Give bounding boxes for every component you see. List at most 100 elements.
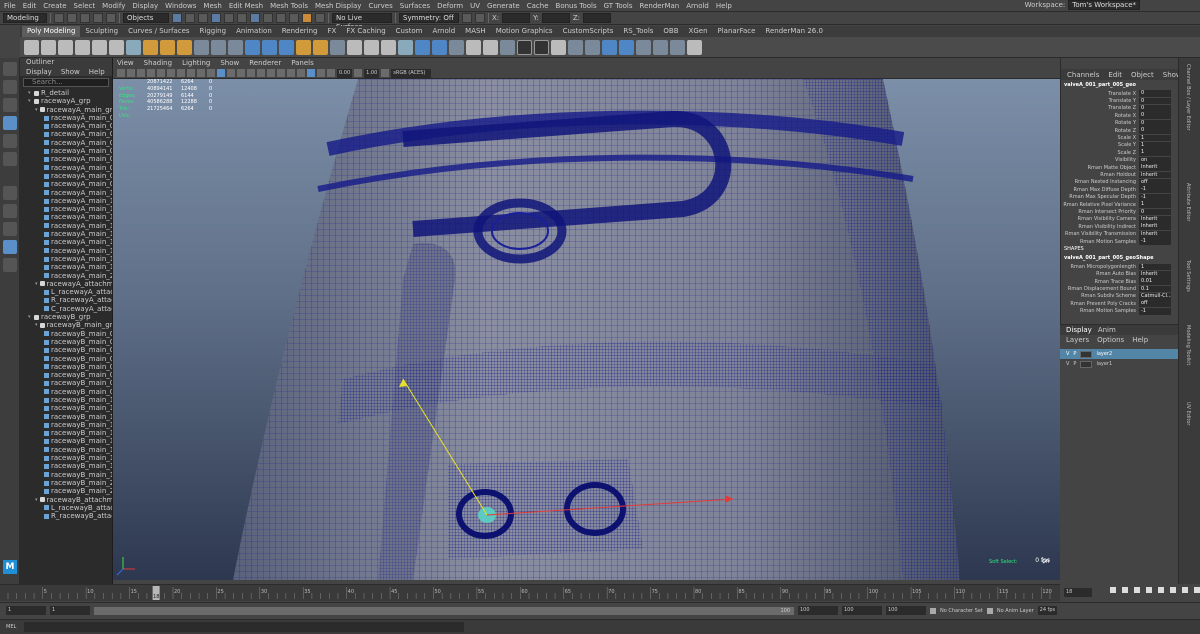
freeze-transform-icon[interactable] <box>364 39 379 55</box>
channel-attribute-value[interactable]: 1 <box>1139 142 1171 149</box>
outliner-item[interactable]: racewayA_main_07 <box>20 164 112 172</box>
channel-attribute[interactable]: Scale Y1 <box>1061 142 1178 149</box>
channel-attribute-value[interactable]: 0 <box>1139 127 1171 135</box>
time-slider[interactable]: 5 10 15 20 25 30 35 40 45 50 55 60 65 70 75 80 85 90 95 100… <box>0 584 1060 601</box>
ipr-icon[interactable] <box>289 13 299 23</box>
x-input[interactable] <box>502 13 531 23</box>
channel-attribute-value[interactable]: 1 <box>1139 134 1171 142</box>
two-view-icon[interactable] <box>3 222 17 236</box>
channel-attribute[interactable]: Scale X1 <box>1061 134 1178 142</box>
layer-row[interactable]: V Player2 <box>1060 349 1178 359</box>
outliner-item[interactable]: ▾ racewayB_attachment_ <box>20 496 112 504</box>
channel-attribute[interactable]: Rman Holdout Inherit <box>1061 171 1178 179</box>
mirror-icon[interactable] <box>296 39 311 55</box>
channel-attribute-value[interactable]: 0 <box>1139 90 1171 98</box>
outliner-item[interactable]: racewayA_main_09 <box>20 180 112 188</box>
duplicate-icon[interactable] <box>585 39 600 55</box>
select-hierarchy-icon[interactable] <box>172 13 182 23</box>
channel-attribute[interactable]: Rotate Z0 <box>1061 127 1178 135</box>
go-to-start-icon[interactable] <box>1110 587 1116 593</box>
shelf-tab-arnold[interactable]: Arnold <box>428 26 461 37</box>
menu-deform[interactable]: Deform <box>437 2 463 10</box>
y-input[interactable] <box>541 13 570 23</box>
channel-attribute-value[interactable]: 1 <box>1139 201 1171 208</box>
outliner-item[interactable]: racewayA_main_02 <box>20 122 112 130</box>
shelf-tab-mash[interactable]: MASH <box>460 26 491 37</box>
channel-attribute-value[interactable]: on <box>1139 156 1171 164</box>
shelf-tab-poly-modeling[interactable]: Poly Modeling <box>22 26 81 37</box>
outliner-item[interactable]: ▾ racewayB_grp <box>20 313 112 321</box>
outliner-layout-icon[interactable] <box>3 240 17 254</box>
toggle-view-icon[interactable] <box>475 13 485 23</box>
outliner-item[interactable]: racewayB_main_05 <box>20 363 112 371</box>
channel-attribute-value[interactable]: -1 <box>1139 307 1171 315</box>
outliner-item[interactable]: racewayA_main_16 <box>20 238 112 246</box>
outliner-item[interactable]: racewayB_main_21 <box>20 487 112 495</box>
shelf-tab-curves-surfaces[interactable]: Curves / Surfaces <box>123 26 194 37</box>
outliner-item[interactable]: racewayA_main_13 <box>20 213 112 221</box>
menuset-dropdown[interactable]: Modeling <box>3 13 47 23</box>
outliner-item[interactable]: racewayB_main_13 <box>20 413 112 421</box>
live-surface-field[interactable]: No Live Surface <box>332 13 392 31</box>
outliner-item[interactable]: racewayA_main_18 <box>20 255 112 263</box>
xray-active-icon[interactable] <box>317 69 325 77</box>
lights-icon[interactable] <box>247 69 255 77</box>
channel-attribute[interactable]: Translate Z0 <box>1061 105 1178 112</box>
outliner-item[interactable]: racewayB_main_08 <box>20 388 112 396</box>
layer-row[interactable]: V Player1 <box>1060 359 1178 369</box>
outliner-item[interactable]: racewayB_main_17 <box>20 471 112 479</box>
channel-attribute[interactable]: Rman Nested Instancing off <box>1061 178 1178 186</box>
channel-attribute-value[interactable]: Inherit <box>1139 215 1171 223</box>
expand-arrow-icon[interactable]: ▾ <box>28 97 32 105</box>
combine-icon[interactable] <box>143 39 158 55</box>
gamma-field[interactable]: 1.00 <box>364 68 380 78</box>
channel-attribute[interactable]: Rman Micropolygonlength 1 <box>1061 263 1178 271</box>
soft-mod-icon[interactable] <box>398 39 413 55</box>
channel-attribute-value[interactable]: Catmull-Cl... <box>1139 293 1171 300</box>
outliner-item[interactable]: racewayB_main_19 <box>20 462 112 470</box>
menu-help[interactable]: Help <box>716 2 732 10</box>
outliner-item[interactable]: racewayB_main_17 <box>20 446 112 454</box>
outliner-menu-display[interactable]: Display <box>26 68 52 76</box>
anim-layer-dropdown[interactable]: No Anim Layer <box>997 608 1034 614</box>
shelf-tab-rs-tools[interactable]: RS_Tools <box>618 26 658 37</box>
outliner-item[interactable]: ▾ racewayA_main_grp <box>20 106 112 114</box>
outliner-item[interactable]: racewayB_main_03 <box>20 346 112 354</box>
character-set-dropdown[interactable]: No Character Set <box>940 608 983 614</box>
single-view-icon[interactable] <box>3 186 17 200</box>
z-input[interactable] <box>583 13 612 23</box>
outliner-item[interactable]: C_racewayA_attache <box>20 305 112 313</box>
poly-plane-icon[interactable] <box>109 39 124 55</box>
multicut-icon[interactable] <box>245 39 260 55</box>
hypershade-icon[interactable] <box>315 13 325 23</box>
scale-tool-icon[interactable] <box>3 152 17 166</box>
channel-attribute-value[interactable]: Inherit <box>1139 270 1171 278</box>
layer-playback-toggle[interactable]: P <box>1073 361 1076 367</box>
shelf-tab-rigging[interactable]: Rigging <box>195 26 232 37</box>
menu-arnold[interactable]: Arnold <box>686 2 709 10</box>
channel-attribute-value[interactable]: off <box>1139 300 1171 308</box>
shelf-tab-renderman-26-0[interactable]: RenderMan 26.0 <box>760 26 828 37</box>
channel-menu-show[interactable]: Show <box>1163 71 1178 79</box>
fps-dropdown[interactable]: 24 fps <box>1037 606 1058 615</box>
boolean-icon[interactable] <box>313 39 328 55</box>
channel-attribute[interactable]: Rman Matte Object Inherit <box>1061 164 1178 171</box>
bookmark-icon[interactable] <box>137 69 145 77</box>
channel-attribute[interactable]: Rman Visibility Indirect Inherit <box>1061 223 1178 231</box>
channel-attribute[interactable]: Rman Subdiv Scheme Catmull-Cl... <box>1061 293 1178 300</box>
xray-joints-icon[interactable] <box>307 69 315 77</box>
channel-attribute-value[interactable]: -1 <box>1139 193 1171 201</box>
viewport-menu-show[interactable]: Show <box>220 59 239 67</box>
channel-attribute-value[interactable]: Inherit <box>1139 223 1171 231</box>
outliner-item[interactable]: racewayA_main_01 <box>20 114 112 122</box>
four-view-icon[interactable] <box>3 204 17 218</box>
snap-surface-icon[interactable] <box>263 13 273 23</box>
poly-disc-icon[interactable] <box>126 39 141 55</box>
menu-cache[interactable]: Cache <box>527 2 549 10</box>
lasso-tool-icon[interactable] <box>3 80 17 94</box>
extrude-icon[interactable] <box>194 39 209 55</box>
script-language-toggle[interactable]: MEL <box>6 624 16 630</box>
outliner-item[interactable]: R_racewayB_attache <box>20 512 112 520</box>
center-pivot-icon[interactable] <box>381 39 396 55</box>
channel-attribute[interactable]: Visibility on <box>1061 156 1178 164</box>
